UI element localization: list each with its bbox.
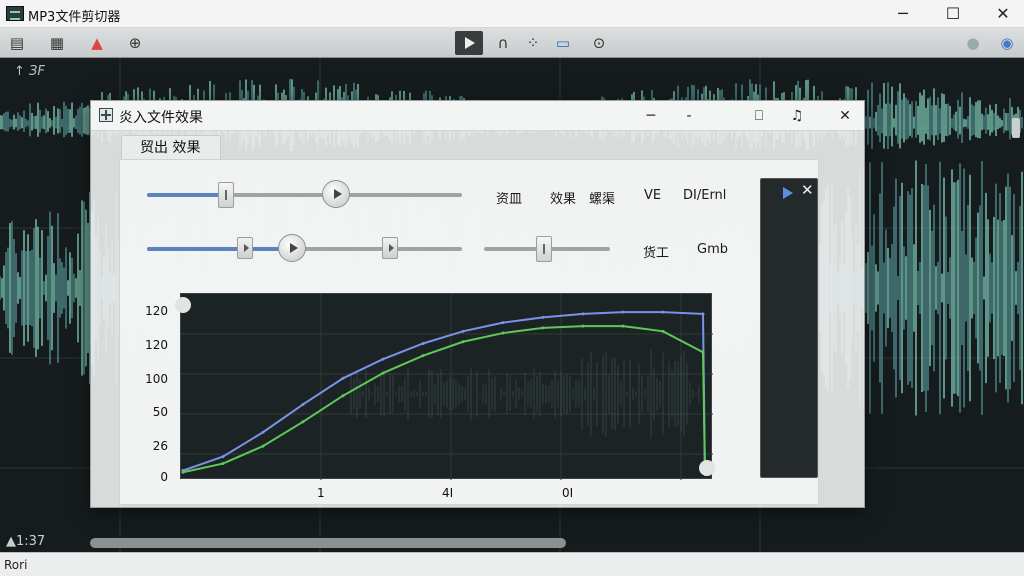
- label-effect: 效果: [550, 192, 577, 207]
- side-panel: ✕: [760, 178, 818, 478]
- toolbar: ▤ ▦ ▲ ⊕ ∩ ⁘ ▭ ⊙ ● ◉: [0, 28, 1024, 58]
- label-channel: 螺渠: [589, 192, 616, 207]
- graph-canvas: [181, 294, 713, 480]
- horizontal-scrollbar[interactable]: [90, 538, 566, 548]
- tab-effects[interactable]: 贸出 效果: [121, 135, 221, 161]
- graph-point: [661, 329, 665, 333]
- label-ve: VE: [644, 188, 662, 203]
- headphones-icon[interactable]: ∩: [492, 32, 514, 54]
- side-play-icon[interactable]: [783, 187, 793, 199]
- app-window: MP3文件剪切器 ─ ☐ ✕ ▤ ▦ ▲ ⊕ ∩ ⁘ ▭ ⊙ ● ◉ ↑ ЗF …: [0, 0, 1024, 576]
- graph-point: [461, 340, 465, 344]
- slider-2[interactable]: [147, 234, 462, 262]
- dialog-restore-button[interactable]: ⎕: [747, 105, 771, 127]
- graph-point: [621, 324, 625, 328]
- x-tick: 0I: [562, 486, 574, 500]
- label-resource: 资皿: [496, 192, 523, 207]
- graph-point: [261, 430, 265, 434]
- graph-point: [581, 312, 585, 316]
- x-tick: 4I: [442, 486, 454, 500]
- status-bar: Rori: [0, 552, 1024, 576]
- graph-top-handle-icon[interactable]: [175, 297, 191, 313]
- graph-point: [701, 350, 705, 354]
- x-tick: 1: [317, 486, 325, 500]
- label-gmb: Gmb: [697, 242, 728, 257]
- search-zoom-icon[interactable]: ⊕: [124, 32, 146, 54]
- time-readout: ▲1:37: [6, 534, 46, 549]
- graph-point: [621, 310, 625, 314]
- record-icon[interactable]: ●: [962, 32, 984, 54]
- dialog-dash-button[interactable]: -: [677, 105, 701, 127]
- graph-point: [421, 354, 425, 358]
- slider-1-play-thumb[interactable]: [322, 180, 350, 208]
- vertical-scrollbar[interactable]: [1012, 118, 1020, 138]
- graph-point: [181, 470, 185, 474]
- y-tick: 120: [145, 304, 168, 318]
- graph-point: [221, 462, 225, 466]
- graph-point: [261, 444, 265, 448]
- slider-2-marker-a[interactable]: [236, 237, 253, 259]
- maximize-button[interactable]: ☐: [930, 0, 976, 28]
- dialog-title: 炎入文件效果: [119, 110, 203, 126]
- graph-point: [461, 329, 465, 333]
- close-button[interactable]: ✕: [980, 0, 1024, 28]
- graph-point: [301, 402, 305, 406]
- slider-2-fill: [147, 247, 292, 251]
- dialog-icon: [99, 108, 113, 122]
- slider-2-marker-b[interactable]: [381, 237, 398, 259]
- graph-point: [421, 342, 425, 345]
- graph-point: [541, 315, 545, 319]
- graph-point: [541, 326, 545, 330]
- y-tick: 0: [160, 470, 168, 484]
- y-tick: 120: [145, 338, 168, 352]
- dialog-minimize-button[interactable]: ─: [639, 105, 663, 127]
- settings-icon[interactable]: ◉: [996, 32, 1018, 54]
- file-icon[interactable]: ▤: [6, 32, 28, 54]
- play-icon[interactable]: [455, 31, 483, 55]
- dialog-note-button[interactable]: ♫: [785, 105, 809, 127]
- graph-point: [501, 321, 505, 325]
- slider-1-thumb[interactable]: [217, 182, 234, 208]
- side-close-icon[interactable]: ✕: [801, 181, 814, 199]
- slider-3[interactable]: [484, 236, 610, 262]
- graph-point: [701, 312, 705, 316]
- app-logo-icon: [6, 6, 24, 21]
- status-text: Rori: [4, 558, 28, 572]
- graph-point: [341, 376, 345, 380]
- graph-point: [301, 420, 305, 424]
- screen-icon[interactable]: ▭: [552, 32, 574, 54]
- y-tick: 26: [152, 439, 168, 453]
- slider-3-thumb[interactable]: [536, 236, 553, 262]
- slider-1[interactable]: [147, 180, 462, 208]
- graph-point: [381, 357, 385, 361]
- ruler-label: ↑ ЗF: [14, 64, 45, 79]
- graph-point: [581, 324, 585, 328]
- graph-bottom-handle-icon[interactable]: [699, 460, 715, 476]
- graph-point: [661, 310, 665, 314]
- label-di-erml: DI/Ernl: [683, 188, 727, 203]
- graph-point: [381, 371, 385, 375]
- effect-graph[interactable]: [175, 293, 715, 480]
- slider-2-play-thumb[interactable]: [277, 234, 306, 262]
- cursor-icon[interactable]: ⁘: [522, 32, 544, 54]
- film-icon[interactable]: ▦: [46, 32, 68, 54]
- dialog-close-button[interactable]: ✕: [833, 105, 857, 127]
- slider-1-fill: [147, 193, 226, 197]
- forward-icon[interactable]: ⊙: [588, 32, 610, 54]
- minimize-button[interactable]: ─: [880, 0, 926, 28]
- y-tick: 50: [152, 405, 168, 419]
- graph-point: [221, 455, 225, 459]
- app-title: MP3文件剪切器: [28, 10, 121, 25]
- y-tick: 100: [145, 372, 168, 386]
- colorful-app-icon[interactable]: ▲: [86, 32, 108, 54]
- dialog-title-bar: 炎入文件效果 ─ - ⎕ ♫ ✕: [91, 101, 864, 131]
- title-bar: MP3文件剪切器 ─ ☐ ✕: [0, 0, 1024, 28]
- label-goods: 货工: [643, 246, 670, 261]
- graph-point: [501, 331, 505, 335]
- graph-point: [341, 394, 345, 398]
